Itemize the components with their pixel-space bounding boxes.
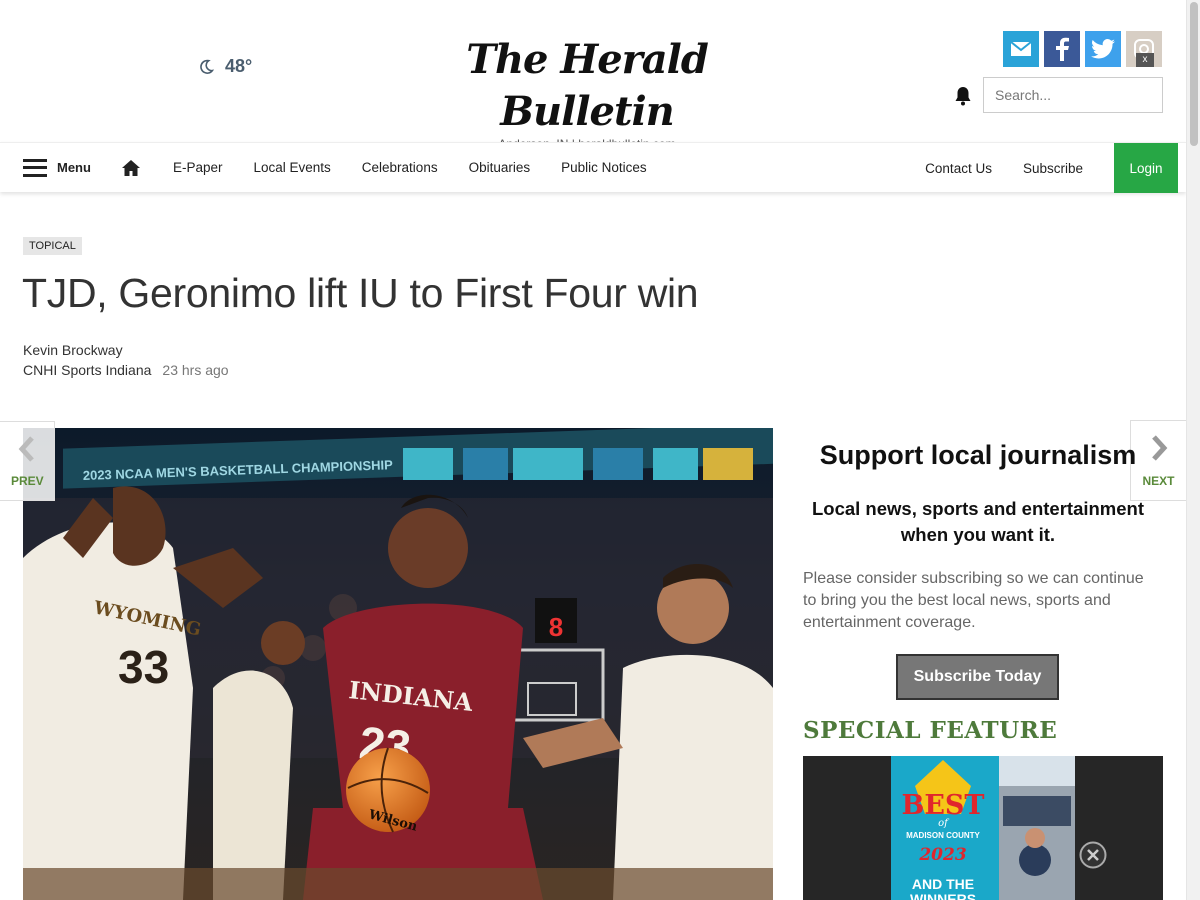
twitter-button[interactable] [1085, 31, 1121, 67]
moon-icon [200, 59, 215, 74]
topic-tag[interactable]: TOPICAL [23, 237, 82, 255]
support-title: Support local journalism [819, 440, 1137, 470]
page: 48° The Herald Bulletin Anderson, IN | h… [0, 0, 1200, 900]
author-name[interactable]: Kevin Brockway [23, 340, 229, 360]
instagram-button[interactable]: x [1126, 31, 1162, 67]
support-subtitle: Local news, sports and entertainment whe… [811, 498, 1145, 545]
prev-label: PREV [11, 474, 44, 488]
temperature: 48° [225, 56, 253, 76]
social-links: x [1003, 31, 1162, 67]
nav-links: E-Paper Local Events Celebrations Obitua… [173, 160, 647, 175]
facebook-icon [1056, 37, 1069, 61]
nav-link-local-events[interactable]: Local Events [253, 160, 330, 175]
close-icon[interactable]: x [1136, 53, 1154, 67]
menu-button[interactable]: Menu [23, 158, 91, 177]
email-button[interactable] [1003, 31, 1039, 67]
special-feature-heading: SPECIAL FEATURE [803, 717, 1058, 744]
article-photo[interactable]: 2023 NCAA MEN'S BASKETBALL CHAMPIONSHIP … [23, 428, 773, 900]
hamburger-icon [23, 158, 47, 177]
login-button[interactable]: Login [1114, 143, 1178, 193]
nav-link-obituaries[interactable]: Obituaries [469, 160, 531, 175]
byline: Kevin Brockway CNHI Sports Indiana 23 hrs… [23, 340, 229, 380]
nav-link-public-notices[interactable]: Public Notices [561, 160, 647, 175]
masthead-name: The Herald Bulletin [466, 36, 709, 135]
source-name: CNHI Sports Indiana [23, 362, 152, 378]
next-label: NEXT [1142, 474, 1175, 488]
menu-label: Menu [57, 160, 91, 175]
feature-county: MADISON COUNTY [906, 831, 980, 840]
feature-and-the: AND THE [912, 876, 974, 892]
feature-year: 2023 [918, 845, 966, 865]
weather-widget[interactable]: 48° [197, 56, 252, 77]
page-scrollbar[interactable] [1186, 0, 1200, 900]
close-ad-icon[interactable] [1078, 840, 1108, 870]
nav-link-epaper[interactable]: E-Paper [173, 160, 223, 175]
scrollbar-thumb[interactable] [1190, 2, 1198, 146]
subscribe-today-button[interactable]: Subscribe Today [896, 654, 1059, 700]
nav-link-subscribe[interactable]: Subscribe [1023, 161, 1083, 176]
nav-right-links: Contact Us Subscribe Login [925, 143, 1178, 193]
bell-icon[interactable] [954, 86, 972, 106]
site-header: 48° The Herald Bulletin Anderson, IN | h… [0, 0, 1186, 151]
site-logo[interactable]: The Herald Bulletin Anderson, IN | heral… [414, 34, 760, 151]
search-input[interactable] [983, 77, 1163, 113]
feature-best: BEST [902, 790, 985, 821]
basketball-photo: 2023 NCAA MEN'S BASKETBALL CHAMPIONSHIP … [23, 428, 773, 900]
feature-image: BEST of MADISON COUNTY 2023 AND THE WINN… [891, 756, 1075, 900]
home-icon[interactable] [121, 159, 141, 177]
facebook-button[interactable] [1044, 31, 1080, 67]
shot-clock: 8 [549, 612, 563, 642]
main-nav: Menu E-Paper Local Events Celebrations O… [0, 142, 1186, 193]
prev-article-button[interactable]: PREV [0, 421, 55, 501]
jersey-left-number: 33 [118, 641, 169, 693]
special-feature-ad[interactable]: BEST of MADISON COUNTY 2023 AND THE WINN… [803, 756, 1163, 900]
feature-winners: WINNERS [910, 891, 976, 900]
envelope-icon [1010, 41, 1032, 56]
article-headline: TJD, Geronimo lift IU to First Four win [22, 270, 699, 316]
chevron-left-icon [18, 436, 34, 462]
support-body: Please consider subscribing so we can co… [803, 570, 1144, 631]
nav-link-celebrations[interactable]: Celebrations [362, 160, 438, 175]
nav-link-contact-us[interactable]: Contact Us [925, 161, 992, 176]
twitter-icon [1091, 39, 1115, 59]
publish-time: 23 hrs ago [162, 362, 229, 378]
